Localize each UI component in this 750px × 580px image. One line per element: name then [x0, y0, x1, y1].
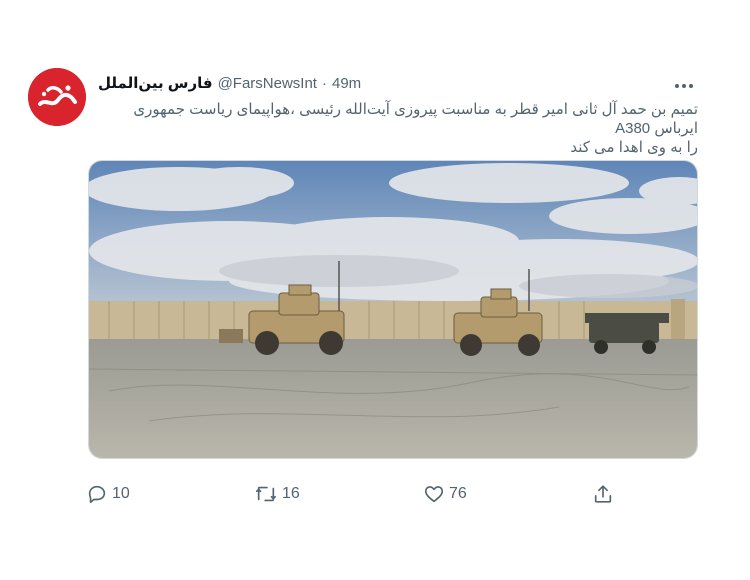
military-vehicles-photo — [89, 161, 697, 458]
share-icon — [594, 485, 612, 503]
tweet-card[interactable]: فارس بین‌الملل @FarsNewsInt · 49m تمیم ب… — [0, 0, 750, 580]
reply-count: 10 — [112, 485, 130, 502]
like-count: 76 — [449, 485, 467, 502]
avatar[interactable] — [28, 68, 86, 126]
more-dots-icon — [675, 84, 693, 88]
like-button[interactable]: 76 — [423, 480, 467, 508]
fars-logo-icon — [28, 68, 86, 126]
tweet-header: فارس بین‌الملل @FarsNewsInt · 49m — [98, 72, 658, 94]
tweet-text-line: تمیم بن حمد آل ثانی امیر قطر به مناسبت پ… — [133, 101, 698, 137]
display-name[interactable]: فارس بین‌الملل — [98, 74, 213, 92]
retweet-button[interactable]: 16 — [254, 480, 300, 508]
more-options-button[interactable] — [672, 76, 696, 96]
timestamp[interactable]: 49m — [332, 75, 361, 92]
heart-icon — [424, 486, 444, 503]
reply-button[interactable]: 10 — [86, 480, 130, 508]
tweet-actions-bar: 10 16 76 — [0, 480, 750, 508]
retweet-count: 16 — [282, 485, 300, 502]
user-handle[interactable]: @FarsNewsInt — [218, 75, 317, 92]
share-button[interactable] — [592, 480, 614, 508]
reply-icon — [88, 485, 106, 504]
tweet-media-photo[interactable] — [88, 160, 698, 459]
tweet-text: تمیم بن حمد آل ثانی امیر قطر به مناسبت پ… — [98, 100, 698, 157]
retweet-icon — [256, 486, 276, 502]
tweet-text-line: را به وی اهدا می کند — [570, 139, 698, 156]
separator-dot: · — [321, 74, 327, 92]
